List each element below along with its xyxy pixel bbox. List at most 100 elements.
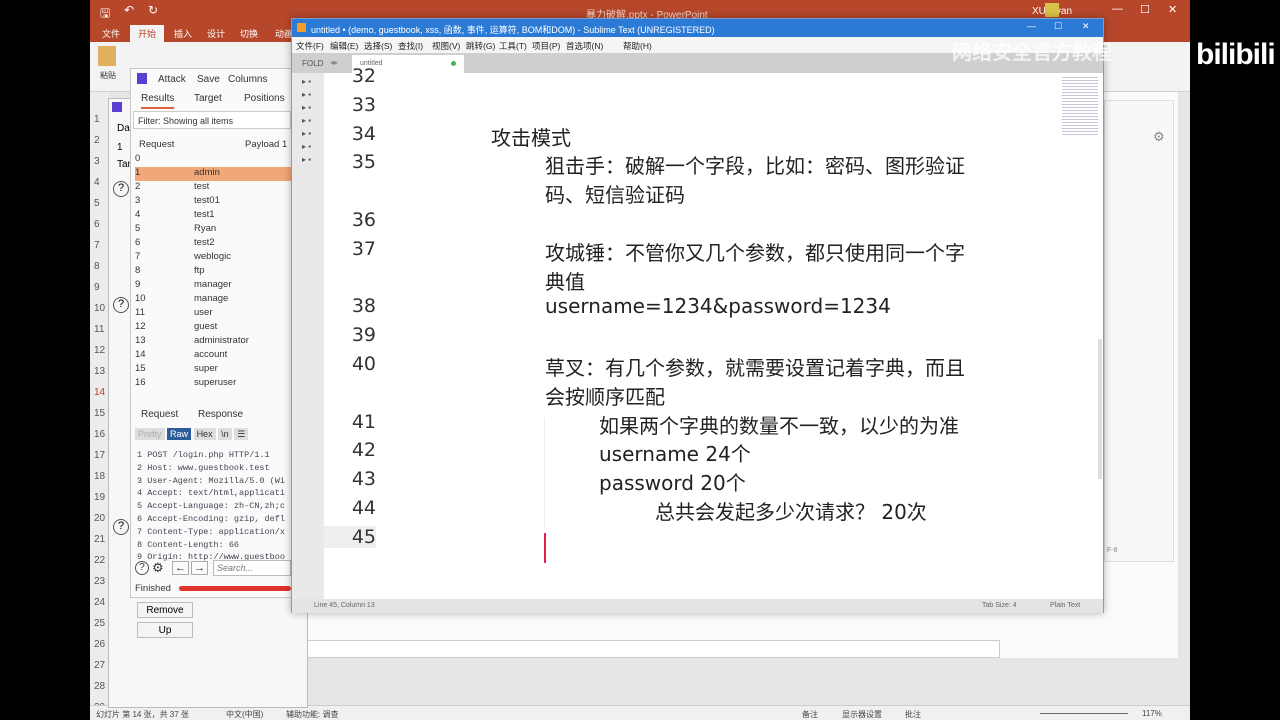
- help-icon[interactable]: ?: [113, 519, 129, 535]
- table-row[interactable]: 10 manage: [135, 293, 291, 307]
- table-row[interactable]: 8 ftp: [135, 265, 291, 279]
- slide-number[interactable]: 23: [94, 576, 105, 587]
- slide-number[interactable]: 18: [94, 471, 105, 482]
- folder-arrow-icon[interactable]: ▸ ▪: [302, 116, 311, 125]
- menu-columns[interactable]: Columns: [228, 74, 267, 85]
- slide-number[interactable]: 17: [94, 450, 105, 461]
- up-button[interactable]: Up: [137, 622, 193, 638]
- menu-attack[interactable]: Attack: [158, 74, 186, 85]
- redo-icon[interactable]: ↻: [148, 3, 158, 17]
- display-settings-button[interactable]: 显示器设置: [842, 709, 882, 720]
- filter-bar[interactable]: Filter: Showing all items: [133, 111, 291, 129]
- menu-item[interactable]: 工具(T): [499, 40, 527, 52]
- column-request[interactable]: Request: [139, 139, 174, 150]
- slide-number[interactable]: 5: [94, 198, 100, 209]
- table-row[interactable]: 2 test: [135, 181, 291, 195]
- close-icon[interactable]: ✕: [1168, 3, 1177, 16]
- slide-number[interactable]: 21: [94, 534, 105, 545]
- raw-button[interactable]: Raw: [167, 428, 192, 440]
- table-row[interactable]: 5 Ryan: [135, 223, 291, 237]
- search-input[interactable]: [213, 560, 291, 576]
- tab-positions[interactable]: Positions: [244, 93, 285, 104]
- accessibility[interactable]: 辅助功能: 调查: [286, 709, 338, 720]
- slide-number[interactable]: 16: [94, 429, 105, 440]
- tab-design[interactable]: 设计: [207, 27, 225, 40]
- folder-arrow-icon[interactable]: ▸ ▪: [302, 103, 311, 112]
- menu-item[interactable]: 文件(F): [296, 40, 324, 52]
- slide-number[interactable]: 22: [94, 555, 105, 566]
- table-row[interactable]: 9 manager: [135, 279, 291, 293]
- slide-number[interactable]: 2: [94, 135, 100, 146]
- tab-target[interactable]: Target: [194, 93, 222, 104]
- slide-number[interactable]: 4: [94, 177, 100, 188]
- table-row[interactable]: 0: [135, 153, 291, 167]
- comments-button[interactable]: 批注: [905, 709, 921, 720]
- slide-number[interactable]: 19: [94, 492, 105, 503]
- table-row[interactable]: 12 guest: [135, 321, 291, 335]
- maximize-icon[interactable]: ☐: [1140, 3, 1150, 16]
- folder-arrow-icon[interactable]: ▸ ▪: [302, 129, 311, 138]
- tab-insert[interactable]: 插入: [174, 27, 192, 40]
- menu-item[interactable]: 跳转(G): [466, 40, 495, 52]
- zoom-level[interactable]: 117%: [1142, 709, 1162, 718]
- help-icon[interactable]: ?: [113, 181, 129, 197]
- slide-number[interactable]: 24: [94, 597, 105, 608]
- table-row[interactable]: 7 weblogic: [135, 251, 291, 265]
- tab-response[interactable]: Response: [198, 409, 243, 420]
- pretty-button[interactable]: Pretty: [135, 428, 165, 440]
- syntax-mode[interactable]: Plain Text: [1050, 602, 1080, 609]
- notes-button[interactable]: 备注: [802, 709, 818, 720]
- slide-number[interactable]: 14: [94, 387, 105, 398]
- maximize-icon[interactable]: ☐: [1054, 21, 1062, 32]
- slide-number[interactable]: 1: [94, 114, 100, 125]
- table-row[interactable]: 13 administrator: [135, 335, 291, 349]
- table-row[interactable]: 6 test2: [135, 237, 291, 251]
- slide-number[interactable]: 13: [94, 366, 105, 377]
- minimap[interactable]: [1062, 75, 1098, 135]
- forward-arrow-icon[interactable]: →: [191, 561, 208, 575]
- paste-label[interactable]: 粘贴: [100, 70, 116, 81]
- editor-area[interactable]: 攻击模式 狙击手：破解一个字段，比如：密码、图形验证 码、短信验证码 攻城锤：不管你又…: [379, 73, 1059, 599]
- paste-icon[interactable]: [98, 46, 116, 66]
- menu-item[interactable]: 项目(P): [532, 40, 560, 52]
- slide-number[interactable]: 26: [94, 639, 105, 650]
- slide-number[interactable]: 10: [94, 303, 105, 314]
- table-row[interactable]: 1 admin: [135, 167, 291, 181]
- undo-icon[interactable]: ↶: [124, 3, 134, 17]
- menu-icon[interactable]: ☰: [234, 428, 249, 440]
- minimize-icon[interactable]: —: [1027, 21, 1036, 31]
- scrollbar[interactable]: [1098, 339, 1102, 479]
- slide-number[interactable]: 9: [94, 282, 100, 293]
- gear-icon[interactable]: ⚙: [1153, 129, 1165, 145]
- menu-item[interactable]: 选择(S): [364, 40, 392, 52]
- tab-size[interactable]: Tab Size: 4: [982, 602, 1017, 609]
- tab-request[interactable]: Request: [141, 409, 178, 420]
- back-arrow-icon[interactable]: ←: [172, 561, 189, 575]
- table-row[interactable]: 14 account: [135, 349, 291, 363]
- help-icon[interactable]: ?: [135, 561, 149, 575]
- gear-icon[interactable]: ⚙: [152, 560, 164, 576]
- slide-number[interactable]: 11: [94, 324, 104, 335]
- slide-number[interactable]: 27: [94, 660, 105, 671]
- zoom-slider[interactable]: [1040, 713, 1128, 714]
- tab-transitions[interactable]: 切换: [240, 27, 258, 40]
- minimize-icon[interactable]: —: [1112, 3, 1123, 15]
- newline-button[interactable]: \n: [218, 428, 232, 440]
- close-icon[interactable]: ✕: [1082, 21, 1090, 32]
- menu-save[interactable]: Save: [197, 74, 220, 85]
- language[interactable]: 中文(中国): [226, 709, 263, 720]
- folder-arrow-icon[interactable]: ▸ ▪: [302, 142, 311, 151]
- tab-results[interactable]: Results: [141, 93, 175, 109]
- table-row[interactable]: 3 test01: [135, 195, 291, 209]
- tab-home[interactable]: 开始: [130, 25, 165, 42]
- slide-number[interactable]: 15: [94, 408, 105, 419]
- table-row[interactable]: 4 test1: [135, 209, 291, 223]
- slide-number[interactable]: 7: [94, 240, 100, 251]
- slide-number[interactable]: 28: [94, 681, 105, 692]
- slide-number[interactable]: 20: [94, 513, 105, 524]
- hex-button[interactable]: Hex: [193, 428, 216, 440]
- table-row[interactable]: 15 super: [135, 363, 291, 377]
- folder-arrow-icon[interactable]: ▸ ▪: [302, 90, 311, 99]
- slide-number[interactable]: 12: [94, 345, 105, 356]
- slide-number[interactable]: 25: [94, 618, 105, 629]
